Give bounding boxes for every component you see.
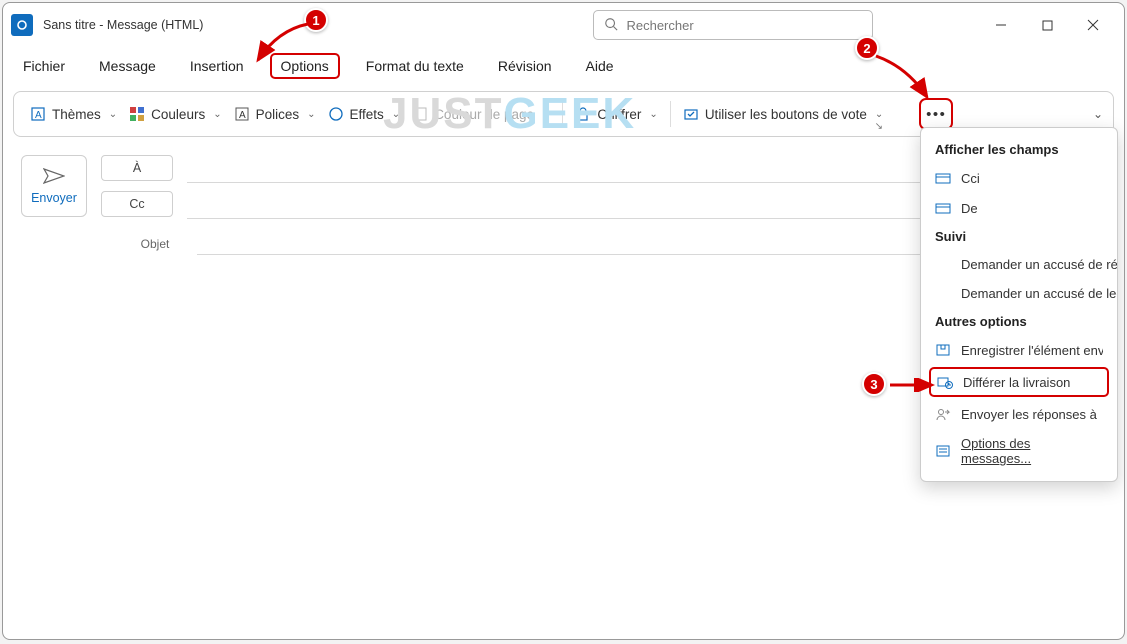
fonts-icon: A <box>234 106 250 122</box>
dd-item-options-messages[interactable]: Options des messages... <box>921 429 1117 473</box>
annotation-badge-3: 3 <box>862 372 886 396</box>
chevron-down-icon: ⌄ <box>875 109 883 120</box>
svg-text:A: A <box>35 110 42 121</box>
send-icon <box>43 168 65 187</box>
chevron-down-icon: ⌄ <box>542 109 550 120</box>
ribbon-chiffrer[interactable]: Chiffrer⌄ <box>569 106 663 122</box>
bcc-icon <box>935 170 951 186</box>
titlebar: Sans titre - Message (HTML) Rechercher <box>3 3 1124 47</box>
dialog-launcher[interactable]: ↘ <box>875 121 883 132</box>
close-button[interactable] <box>1070 9 1116 41</box>
annotation-badge-2: 2 <box>855 36 879 60</box>
from-icon <box>935 200 951 216</box>
chevron-down-icon: ⌄ <box>213 109 221 120</box>
separator <box>562 101 563 127</box>
search-box[interactable]: Rechercher <box>593 10 873 40</box>
search-placeholder: Rechercher <box>626 18 693 33</box>
chevron-down-icon: ⌄ <box>307 109 315 120</box>
subject-label: Objet <box>113 237 197 251</box>
outlook-icon <box>11 14 33 36</box>
dd-header-autres: Autres options <box>921 308 1117 335</box>
window-title: Sans titre - Message (HTML) <box>43 18 203 32</box>
send-button[interactable]: Envoyer <box>21 155 87 217</box>
annotation-badge-1: 1 <box>304 8 328 32</box>
reply-to-icon <box>935 406 951 422</box>
vote-icon <box>683 106 699 122</box>
separator <box>670 101 671 127</box>
dd-item-accuse-reception[interactable]: Demander un accusé de réception <box>921 250 1117 279</box>
chevron-down-icon: ⌄ <box>109 109 117 120</box>
search-icon <box>604 17 618 34</box>
dd-item-cci[interactable]: Cci <box>921 163 1117 193</box>
svg-text:A: A <box>239 110 246 121</box>
dd-item-enregistrer[interactable]: Enregistrer l'élément envoyé dans <box>921 335 1117 365</box>
tab-message[interactable]: Message <box>91 54 164 78</box>
message-options-icon <box>935 443 951 459</box>
lock-icon <box>575 106 591 122</box>
menu-tabs: Fichier Message Insertion Options Format… <box>3 47 1124 85</box>
colors-icon <box>129 106 145 122</box>
tab-options[interactable]: Options <box>270 53 340 79</box>
delay-delivery-icon <box>937 374 953 390</box>
tab-revision[interactable]: Révision <box>490 54 560 78</box>
save-to-icon <box>935 342 951 358</box>
tab-format[interactable]: Format du texte <box>358 54 472 78</box>
ribbon-themes[interactable]: A Thèmes⌄ <box>24 106 123 122</box>
tab-insertion[interactable]: Insertion <box>182 54 252 78</box>
overflow-dropdown: Afficher les champs Cci De Suivi Demande… <box>920 127 1118 482</box>
dd-header-fields: Afficher les champs <box>921 136 1117 163</box>
themes-icon: A <box>30 106 46 122</box>
dd-item-differer-livraison[interactable]: Différer la livraison <box>929 367 1109 397</box>
to-button[interactable]: À <box>101 155 173 181</box>
ribbon-polices[interactable]: A Polices⌄ <box>228 106 322 122</box>
dd-item-accuse-lecture[interactable]: Demander un accusé de lecture <box>921 279 1117 308</box>
ellipsis-icon: ••• <box>926 106 946 123</box>
ribbon-collapse-chevron[interactable]: ⌄ <box>1093 107 1103 121</box>
minimize-button[interactable] <box>978 9 1024 41</box>
dd-item-envoyer-reponses[interactable]: Envoyer les réponses à <box>921 399 1117 429</box>
ribbon-overflow-button[interactable]: ••• <box>919 98 953 130</box>
ribbon-effets[interactable]: Effets⌄ <box>322 106 407 122</box>
outlook-window: Sans titre - Message (HTML) Rechercher F… <box>2 2 1125 640</box>
maximize-button[interactable] <box>1024 9 1070 41</box>
dd-item-de[interactable]: De <box>921 193 1117 223</box>
ribbon-couleurs[interactable]: Couleurs⌄ <box>123 106 227 122</box>
tab-aide[interactable]: Aide <box>578 54 622 78</box>
page-color-icon <box>412 106 428 122</box>
chevron-down-icon: ⌄ <box>649 109 657 120</box>
cc-button[interactable]: Cc <box>101 191 173 217</box>
dd-header-suivi: Suivi <box>921 223 1117 250</box>
window-controls <box>978 9 1116 41</box>
ribbon-vote[interactable]: Utiliser les boutons de vote⌄ <box>677 106 889 122</box>
effects-icon <box>328 106 344 122</box>
tab-fichier[interactable]: Fichier <box>15 54 73 78</box>
chevron-down-icon: ⌄ <box>392 109 400 120</box>
address-buttons: À Cc <box>101 155 173 227</box>
ribbon-couleur-page[interactable]: Couleur de page⌄ <box>406 106 556 122</box>
